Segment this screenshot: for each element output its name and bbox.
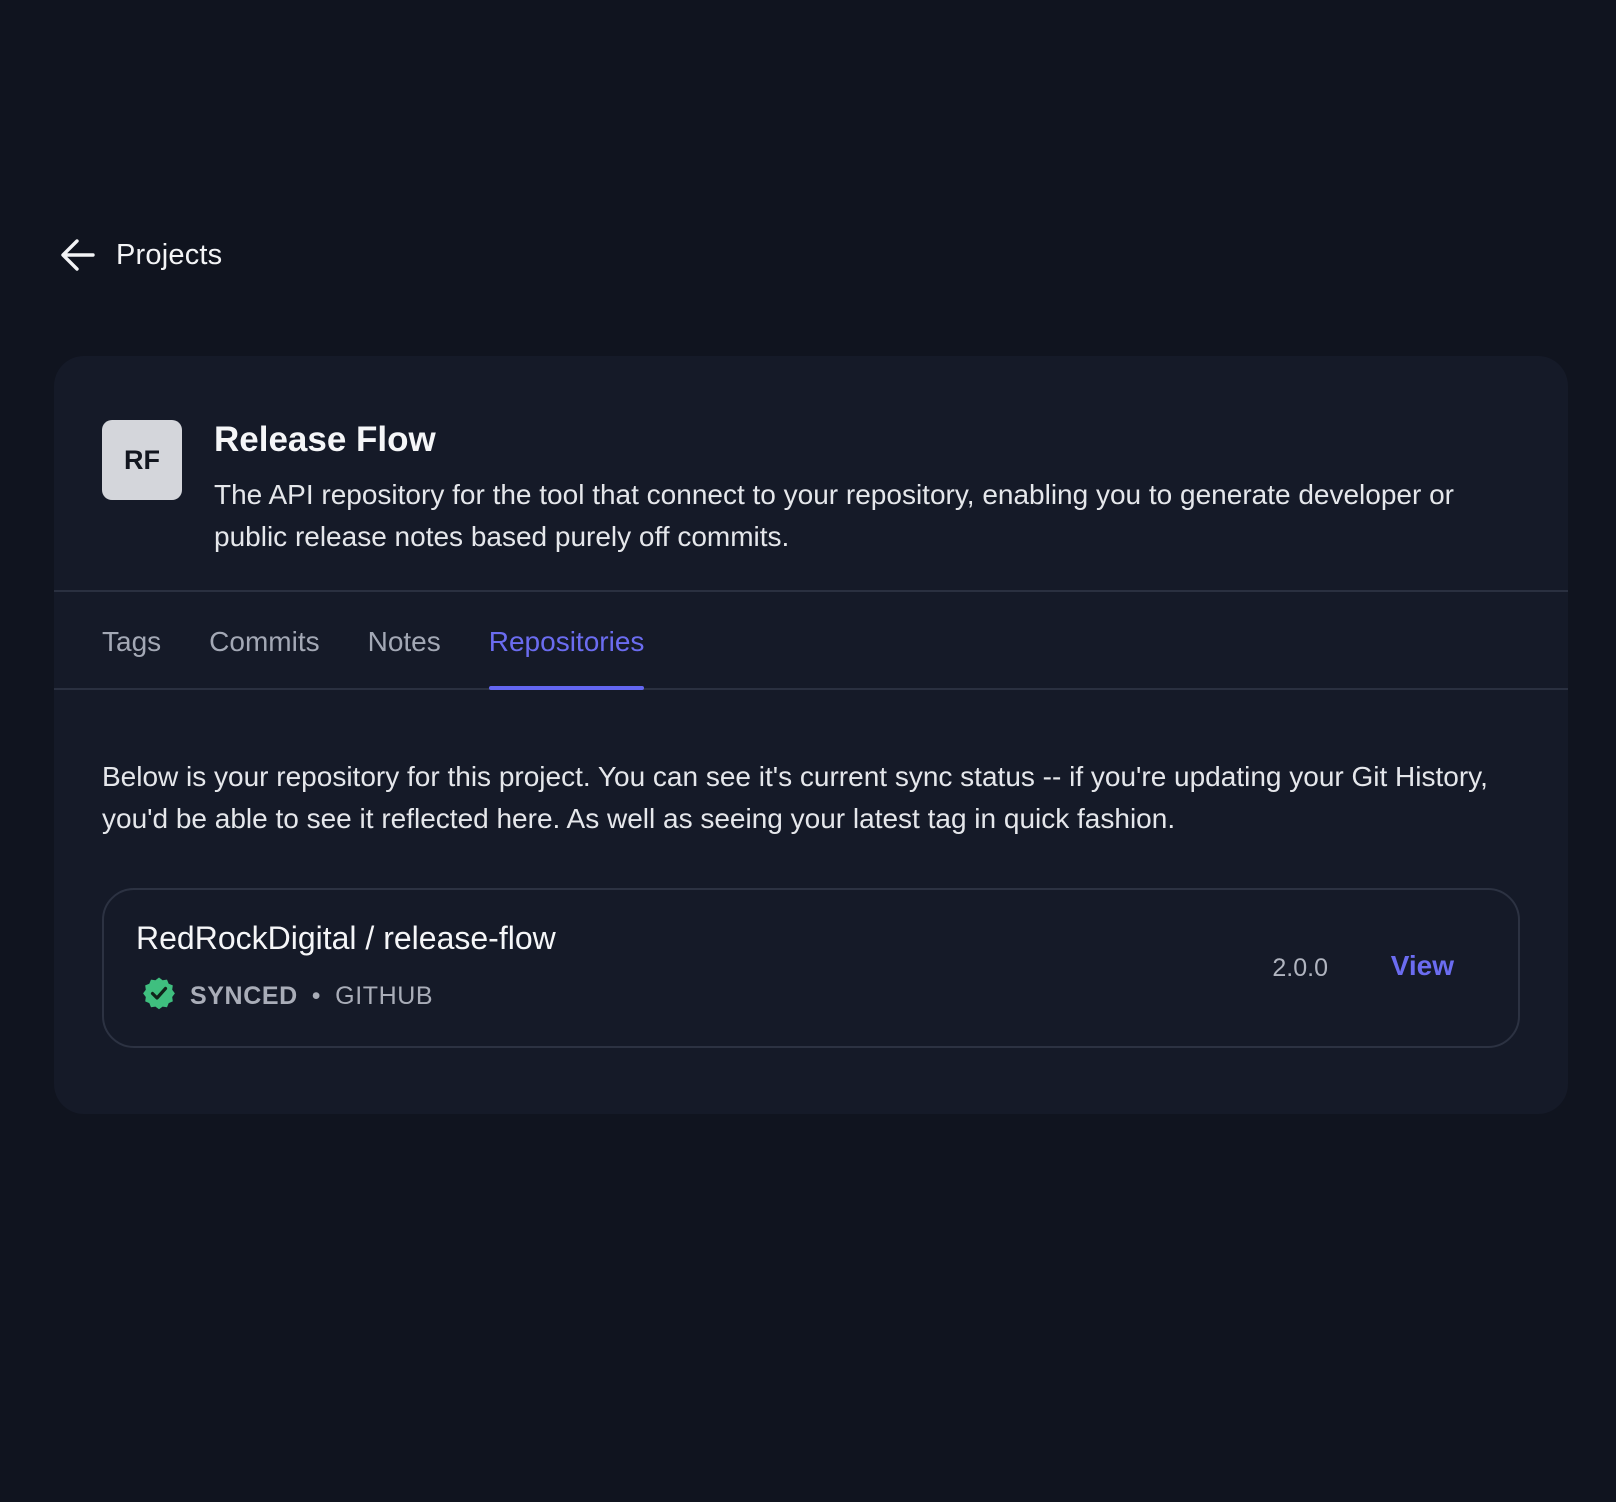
project-card: RF Release Flow The API repository for t… bbox=[54, 356, 1568, 1114]
repositories-intro: Below is your repository for this projec… bbox=[102, 761, 1488, 834]
tab-commits[interactable]: Commits bbox=[209, 592, 319, 688]
repository-card: RedRockDigital / release-flow SYNCED • G… bbox=[102, 888, 1520, 1048]
view-repository-link[interactable]: View bbox=[1391, 950, 1454, 982]
project-header: RF Release Flow The API repository for t… bbox=[54, 356, 1568, 592]
tab-repositories[interactable]: Repositories bbox=[488, 592, 644, 690]
project-title: Release Flow bbox=[214, 420, 436, 459]
project-avatar: RF bbox=[102, 420, 182, 500]
arrow-left-icon bbox=[60, 237, 96, 273]
tab-tags[interactable]: Tags bbox=[102, 592, 161, 688]
status-separator: • bbox=[311, 982, 322, 1010]
repository-provider: GITHUB bbox=[335, 982, 434, 1010]
project-description: The API repository for the tool that con… bbox=[214, 479, 1454, 552]
sync-status-label: SYNCED bbox=[190, 982, 298, 1010]
repository-status: SYNCED • GITHUB bbox=[142, 976, 433, 1017]
project-tabs: Tags Commits Notes Repositories bbox=[54, 592, 1568, 690]
latest-tag-version: 2.0.0 bbox=[1272, 954, 1328, 982]
check-badge-icon bbox=[142, 976, 176, 1017]
tab-notes[interactable]: Notes bbox=[368, 592, 441, 688]
back-to-projects-link[interactable]: Projects bbox=[60, 237, 222, 273]
back-link-label: Projects bbox=[116, 238, 223, 271]
repository-name: RedRockDigital / release-flow bbox=[136, 920, 556, 956]
